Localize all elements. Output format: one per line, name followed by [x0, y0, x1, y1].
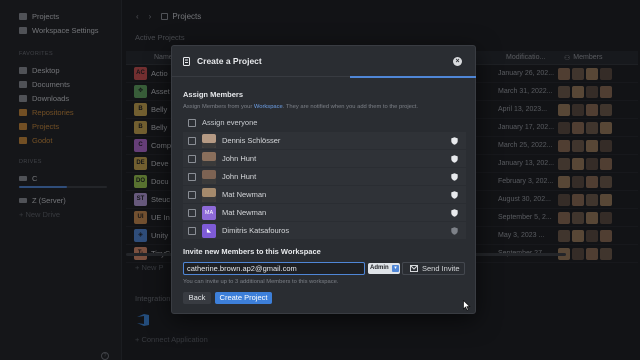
avatar	[202, 187, 216, 202]
create-project-button[interactable]: Create Project	[215, 292, 272, 304]
member-row[interactable]: Dennis Schlösser	[183, 132, 466, 150]
back-button[interactable]: Back	[183, 292, 211, 304]
avatar	[202, 133, 216, 148]
member-name: John Hunt	[222, 172, 257, 181]
member-checkbox[interactable]	[188, 208, 196, 217]
member-checkbox[interactable]	[188, 172, 196, 181]
invite-heading: Invite new Members to this Workspace	[183, 247, 321, 256]
close-icon[interactable]: ×	[453, 57, 462, 66]
dialog-title: Create a Project	[197, 56, 262, 66]
member-row[interactable]: Mat Newman	[183, 186, 466, 204]
workspace-link[interactable]: Workspace	[254, 104, 283, 110]
envelope-icon	[410, 265, 418, 272]
member-name: Dennis Schlösser	[222, 136, 281, 145]
member-checkbox[interactable]	[188, 154, 196, 163]
member-row[interactable]: ◣ Dimitris Katsafouros	[183, 222, 466, 240]
assign-members-heading: Assign Members	[183, 90, 244, 99]
member-name: Mat Newman	[222, 190, 267, 199]
shield-icon[interactable]	[451, 209, 458, 217]
member-row[interactable]: John Hunt	[183, 168, 466, 186]
assign-everyone-checkbox[interactable]	[188, 118, 196, 127]
shield-icon[interactable]	[451, 137, 458, 145]
members-list: Dennis Schlösser John Hunt John Hunt Mat Ne…	[183, 132, 466, 240]
shield-icon[interactable]	[451, 191, 458, 199]
mouse-cursor-icon	[463, 300, 471, 311]
shield-icon[interactable]	[451, 155, 458, 163]
invite-email-input[interactable]	[183, 262, 365, 275]
member-name: John Hunt	[222, 154, 257, 163]
shield-icon[interactable]	[451, 173, 458, 181]
send-invite-button[interactable]: Send Invite	[402, 262, 465, 275]
assign-everyone-option[interactable]: Assign everyone	[188, 118, 257, 127]
create-project-dialog: Create a Project × Assign Members Assign…	[171, 45, 476, 314]
chevron-down-icon: ▾	[392, 265, 399, 272]
member-checkbox[interactable]	[188, 190, 196, 199]
member-checkbox[interactable]	[188, 136, 196, 145]
step-progress-indicator	[350, 76, 476, 78]
assign-desc-text: Assign Members from your	[183, 104, 254, 110]
role-value: Admin	[370, 265, 389, 271]
role-dropdown[interactable]: Admin ▾	[368, 263, 400, 274]
member-row[interactable]: MA Mat Newman	[183, 204, 466, 222]
assign-members-description: Assign Members from your Workspace. They…	[183, 104, 418, 110]
assign-desc-text-end: . They are notified when you add them to…	[282, 104, 419, 110]
member-name: Dimitris Katsafouros	[222, 226, 290, 235]
avatar	[202, 151, 216, 166]
assign-everyone-label: Assign everyone	[202, 118, 258, 127]
member-checkbox[interactable]	[188, 226, 196, 235]
avatar: ◣	[202, 223, 216, 238]
send-invite-label: Send Invite	[422, 264, 460, 273]
member-name: Mat Newman	[222, 208, 267, 217]
avatar	[202, 169, 216, 184]
member-row[interactable]: John Hunt	[183, 150, 466, 168]
project-icon	[183, 56, 190, 66]
avatar: MA	[202, 205, 216, 220]
shield-icon[interactable]	[451, 227, 458, 235]
invite-limit-hint: You can invite up to 3 additional Member…	[183, 279, 339, 285]
dialog-header: Create a Project	[172, 46, 475, 77]
